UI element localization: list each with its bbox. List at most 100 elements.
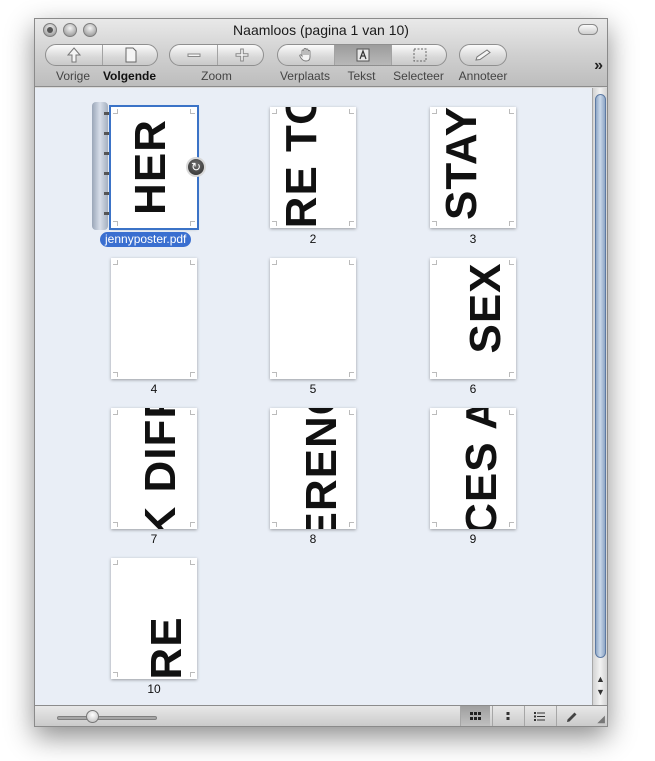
crop-mark: [509, 522, 514, 527]
titlebar-toolbar: Naamloos (pagina 1 van 10) Vorige Volgen…: [35, 19, 607, 87]
crop-mark: [509, 372, 514, 377]
scroll-down-arrow[interactable]: ▼: [595, 686, 606, 699]
toolbar-overflow-button[interactable]: »: [594, 57, 603, 75]
annotate-button-face[interactable]: [460, 45, 506, 65]
zoom-in-button[interactable]: [217, 45, 263, 65]
document-icon: [125, 47, 137, 63]
page-thumbnail-9[interactable]: CES A: [430, 408, 516, 529]
page-text: RE TO: [277, 107, 326, 228]
crop-mark: [272, 522, 277, 527]
resize-grip-icon[interactable]: ◢: [597, 714, 605, 725]
crop-mark: [113, 672, 118, 677]
minus-icon: [187, 53, 200, 57]
page-number: 10: [147, 682, 161, 696]
next-page-button[interactable]: [102, 45, 157, 65]
filename-badge[interactable]: jennyposter.pdf: [100, 232, 192, 247]
text-tool-button[interactable]: [334, 45, 391, 65]
crop-mark: [190, 221, 195, 226]
scroll-up-arrow[interactable]: ▲: [595, 673, 606, 686]
edit-button[interactable]: [556, 706, 586, 726]
crop-mark: [509, 410, 514, 415]
crop-mark: [113, 221, 118, 226]
page-text: RE: [142, 616, 191, 679]
rotate-icon[interactable]: ↻: [186, 157, 206, 177]
page-text: SEX: [461, 262, 510, 354]
single-view-button[interactable]: [492, 706, 522, 726]
page-text: ERENC: [297, 408, 346, 529]
crop-mark: [113, 560, 118, 565]
page-thumbnail-4[interactable]: [111, 258, 197, 379]
page-number: 2: [309, 232, 317, 246]
page-number: 8: [309, 532, 317, 546]
crop-mark: [349, 221, 354, 226]
plus-icon: [235, 48, 248, 62]
crop-mark: [349, 260, 354, 265]
list-view-icon: [534, 712, 545, 721]
page-number: 7: [150, 532, 158, 546]
page-thumbnail-6[interactable]: SEX: [430, 258, 516, 379]
crop-mark: [432, 260, 437, 265]
crop-mark: [272, 260, 277, 265]
crop-mark: [113, 410, 118, 415]
grid-view-button[interactable]: [460, 706, 490, 726]
document-binding: [92, 102, 110, 230]
arrow-up-icon: [67, 47, 81, 63]
hand-icon: [299, 48, 311, 62]
crop-mark: [190, 410, 195, 415]
toolbar-toggle-button[interactable]: [578, 24, 598, 35]
page-thumbnail-3[interactable]: STAY: [430, 107, 516, 228]
zoom-out-button[interactable]: [170, 45, 217, 65]
prev-label: Vorige: [55, 69, 91, 83]
list-view-button[interactable]: [524, 706, 554, 726]
move-tool-button[interactable]: [278, 45, 334, 65]
crop-mark: [190, 372, 195, 377]
crop-mark: [113, 109, 118, 114]
binding-ring: [104, 172, 110, 175]
page-number: 6: [469, 382, 477, 396]
crop-mark: [190, 560, 195, 565]
page-thumbnail-5[interactable]: [270, 258, 356, 379]
page-thumbnail-10[interactable]: RE: [111, 558, 197, 679]
next-label: Volgende: [102, 69, 157, 83]
crop-mark: [432, 372, 437, 377]
binding-ring: [104, 112, 110, 115]
page-number: 9: [469, 532, 477, 546]
page-thumbnail-1[interactable]: HER: [109, 105, 199, 230]
pencil-icon: [566, 712, 576, 722]
slider-knob[interactable]: [86, 710, 99, 723]
single-view-icon: [506, 712, 509, 720]
crop-mark: [432, 221, 437, 226]
vertical-scrollbar[interactable]: ▲ ▼: [592, 88, 607, 705]
page-thumbnail-2[interactable]: RE TO: [270, 107, 356, 228]
move-label: Verplaats: [279, 69, 331, 83]
thumbnail-size-slider[interactable]: [57, 716, 157, 720]
crop-mark: [113, 260, 118, 265]
page-text: K DIFFI: [136, 408, 185, 529]
tool-mode-control: [277, 44, 447, 66]
page-thumbnail-8[interactable]: ERENC: [270, 408, 356, 529]
page-number: 4: [150, 382, 158, 396]
crop-mark: [113, 372, 118, 377]
binding-ring: [104, 192, 110, 195]
zoom-label: Zoom: [201, 69, 232, 83]
crop-mark: [432, 410, 437, 415]
crop-mark: [349, 109, 354, 114]
crop-mark: [190, 522, 195, 527]
prev-page-button[interactable]: [46, 45, 102, 65]
page-number: 3: [469, 232, 477, 246]
crop-mark: [349, 372, 354, 377]
select-tool-button[interactable]: [391, 45, 446, 65]
select-label: Selecteer: [393, 69, 444, 83]
crop-mark: [509, 221, 514, 226]
page-text: STAY: [437, 107, 486, 221]
bottom-bar: ◢: [35, 705, 607, 726]
grid-view-icon: [470, 712, 481, 720]
scrollbar-thumb[interactable]: [595, 94, 606, 658]
binding-ring: [104, 132, 110, 135]
annotate-button[interactable]: [459, 44, 507, 66]
text-tool-icon: [356, 48, 370, 62]
page-thumbnail-7[interactable]: K DIFFI: [111, 408, 197, 529]
text-label: Tekst: [347, 69, 376, 83]
crop-mark: [190, 109, 195, 114]
binding-ring: [104, 152, 110, 155]
